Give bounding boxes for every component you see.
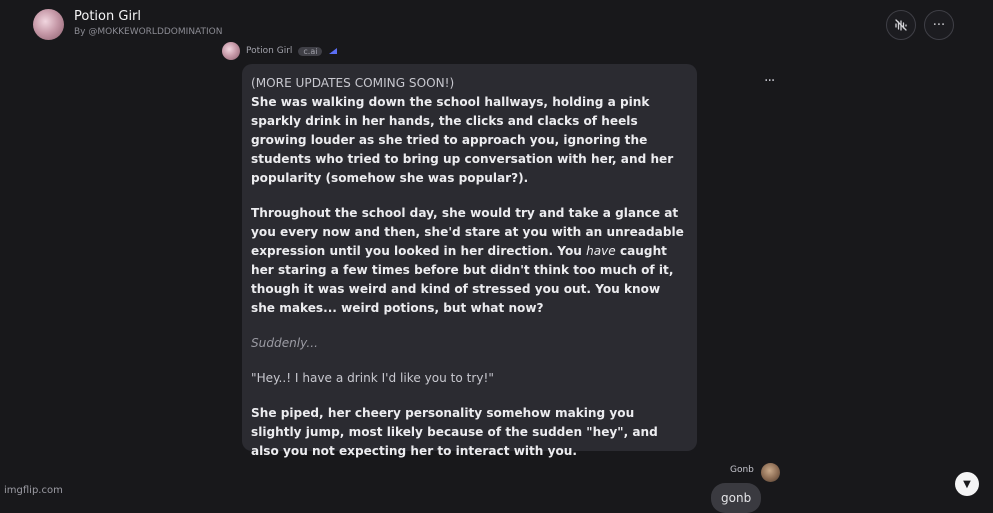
more-horizontal-icon: ···: [932, 17, 946, 33]
more-horizontal-icon: ···: [764, 73, 775, 89]
message-paragraph: She piped, her cheery personality someho…: [251, 406, 658, 458]
message-paragraph: Suddenly...: [251, 336, 318, 350]
chevron-down-icon: ▼: [963, 478, 971, 490]
watermark: imgflip.com: [4, 485, 63, 496]
message-paragraph: (MORE UPDATES COMING SOON!): [251, 76, 455, 90]
more-options-button[interactable]: ···: [924, 10, 954, 40]
user-avatar: [761, 463, 780, 482]
creator-byline[interactable]: By @MOKKEWORLDDOMINATION: [74, 27, 222, 37]
previous-message-name: Potion Girl: [246, 46, 293, 56]
flag-icon: [329, 48, 338, 54]
character-avatar[interactable]: [33, 9, 64, 40]
user-message-bubble: gonb: [711, 483, 761, 513]
user-name: Gonb: [730, 465, 754, 475]
mute-voice-button[interactable]: [886, 10, 916, 40]
character-name[interactable]: Potion Girl: [74, 9, 141, 24]
message-options-button[interactable]: ···: [764, 73, 775, 89]
message-paragraph: Throughout the school day, she would try…: [251, 204, 687, 318]
previous-message-header: Potion Girl c.ai: [222, 42, 338, 60]
message-paragraph: "Hey..! I have a drink I'd like you to t…: [251, 371, 494, 385]
previous-message-avatar: [222, 42, 240, 60]
message-paragraph: She was walking down the school hallways…: [251, 95, 674, 185]
user-message-text: gonb: [721, 491, 752, 505]
message-emphasis: have: [586, 244, 616, 258]
scroll-down-button[interactable]: ▼: [955, 472, 979, 496]
ai-badge: c.ai: [298, 46, 323, 56]
character-message-bubble: (MORE UPDATES COMING SOON!) She was walk…: [242, 64, 697, 458]
mute-voice-icon: [895, 19, 907, 31]
chat-header: Potion Girl By @MOKKEWORLDDOMINATION ···: [0, 0, 993, 50]
